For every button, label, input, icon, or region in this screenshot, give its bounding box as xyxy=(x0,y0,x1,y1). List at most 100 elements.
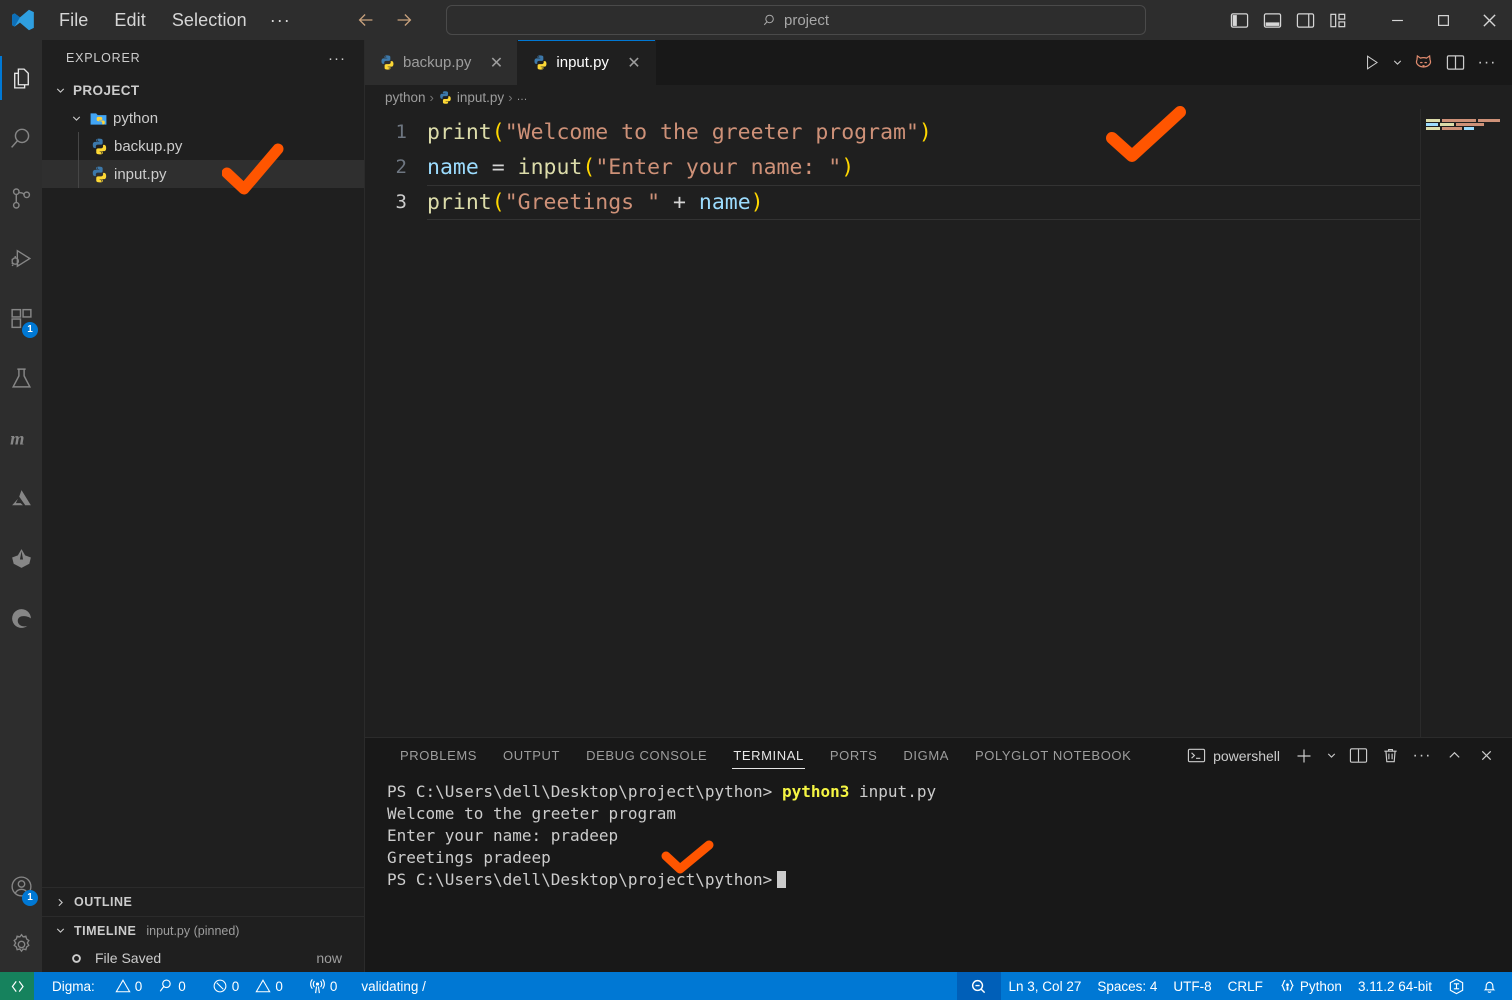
manage-settings-button[interactable] xyxy=(0,916,42,972)
zoom-out-button[interactable] xyxy=(956,972,1001,1000)
split-editor-icon[interactable] xyxy=(1440,47,1470,79)
timeline-label: TIMELINE xyxy=(74,923,137,938)
notifications-bell-item[interactable] xyxy=(1473,972,1512,1000)
minimap[interactable] xyxy=(1420,109,1512,737)
run-python-file-icon[interactable] xyxy=(1356,47,1386,79)
back-arrow-icon[interactable] xyxy=(353,7,379,33)
breadcrumb-item-overflow[interactable]: … xyxy=(517,91,528,103)
bell-icon xyxy=(1481,978,1498,995)
tree-label-project: PROJECT xyxy=(73,82,140,98)
tree-row-python-folder[interactable]: python xyxy=(42,104,364,132)
accounts-badge: 1 xyxy=(22,890,38,906)
vscode-logo-icon xyxy=(0,7,46,33)
minimap-line xyxy=(1426,119,1512,122)
maximize-panel-icon[interactable] xyxy=(1440,741,1468,771)
kill-terminal-icon[interactable] xyxy=(1376,741,1404,771)
close-tab-icon[interactable]: ✕ xyxy=(624,53,644,73)
minimize-button[interactable] xyxy=(1374,0,1420,40)
code-content[interactable]: print("Welcome to the greeter program") … xyxy=(427,109,1512,737)
tab-output[interactable]: OUTPUT xyxy=(490,738,573,773)
run-chevron-down-icon[interactable] xyxy=(1388,47,1406,79)
close-panel-icon[interactable] xyxy=(1472,741,1500,771)
terminal-shell-selector[interactable]: powershell xyxy=(1187,746,1286,765)
split-terminal-icon[interactable] xyxy=(1344,741,1372,771)
sidebar-item-mongodb[interactable]: m xyxy=(0,408,42,468)
eol-item[interactable]: CRLF xyxy=(1220,972,1271,1000)
workbench-body: 1 m 1 EXPLORER ··· PROJECT python backup… xyxy=(0,40,1512,972)
accounts-button[interactable]: 1 xyxy=(0,856,42,916)
sidebar-item-run-and-debug[interactable] xyxy=(0,228,42,288)
digma-warnings-item[interactable]: 0 xyxy=(103,972,151,1000)
editor-more-actions-icon[interactable]: ··· xyxy=(1472,47,1502,79)
sidebar-item-testing[interactable] xyxy=(0,348,42,408)
sidebar-item-source-control[interactable] xyxy=(0,168,42,228)
toggle-primary-sidebar-icon[interactable] xyxy=(1230,11,1249,30)
breadcrumb-item-input-py[interactable]: input.py xyxy=(457,90,504,105)
terminal-output[interactable]: PS C:\Users\dell\Desktop\project\python>… xyxy=(365,773,1512,972)
panel-tabs: PROBLEMS OUTPUT DEBUG CONSOLE TERMINAL P… xyxy=(365,738,1512,773)
tree-row-input-py[interactable]: input.py xyxy=(42,160,364,188)
tab-label: input.py xyxy=(556,54,609,71)
sidebar-item-inkdrop[interactable] xyxy=(0,528,42,588)
sidebar-item-edge-tools[interactable] xyxy=(0,588,42,648)
remote-window-button[interactable] xyxy=(0,972,34,1000)
tab-digma[interactable]: DIGMA xyxy=(890,738,962,773)
gitlens-item[interactable] xyxy=(1440,972,1473,1000)
line-number-gutter: 1 2 3 xyxy=(365,109,427,737)
tab-polyglot-notebook[interactable]: POLYGLOT NOTEBOOK xyxy=(962,738,1144,773)
tab-terminal[interactable]: TERMINAL xyxy=(720,738,817,773)
tab-debug-console[interactable]: DEBUG CONSOLE xyxy=(573,738,720,773)
radio-tower-item[interactable]: 0 xyxy=(291,972,346,1000)
tab-ports[interactable]: PORTS xyxy=(817,738,891,773)
warnings-item[interactable]: 0 xyxy=(247,972,291,1000)
sidebar-item-search[interactable] xyxy=(0,108,42,168)
menu-file[interactable]: File xyxy=(46,6,101,35)
outline-section-header[interactable]: OUTLINE xyxy=(42,888,364,916)
maximize-button[interactable] xyxy=(1420,0,1466,40)
tab-backup-py[interactable]: backup.py ✕ xyxy=(365,40,519,85)
cursor-position-item[interactable]: Ln 3, Col 27 xyxy=(1001,972,1090,1000)
new-terminal-icon[interactable] xyxy=(1290,741,1318,771)
sidebar-item-azure[interactable] xyxy=(0,468,42,528)
digma-label[interactable]: Digma: xyxy=(34,972,103,1000)
tree-label-python: python xyxy=(113,109,159,127)
timeline-row-file-saved[interactable]: File Saved now xyxy=(42,944,364,972)
python-interpreter-item[interactable]: 3.11.2 64-bit xyxy=(1350,972,1440,1000)
breadcrumb-item-python[interactable]: python xyxy=(385,90,426,105)
terminal-profile-chevron-icon[interactable] xyxy=(1322,741,1340,771)
codesnap-cat-icon[interactable] xyxy=(1408,47,1438,79)
toggle-secondary-sidebar-icon[interactable] xyxy=(1296,11,1315,30)
code-line-3: print("Greetings " + name) xyxy=(427,185,1512,220)
menu-edit[interactable]: Edit xyxy=(101,6,158,35)
editor-group: backup.py ✕ input.py ✕ ··· python › inpu… xyxy=(365,40,1512,972)
errors-item[interactable]: 0 xyxy=(194,972,248,1000)
tab-problems[interactable]: PROBLEMS xyxy=(387,738,490,773)
language-mode-item[interactable]: Python xyxy=(1271,972,1350,1000)
warning-triangle-icon xyxy=(255,978,271,994)
encoding-item[interactable]: UTF-8 xyxy=(1165,972,1219,1000)
digma-insights-item[interactable]: 0 xyxy=(150,972,194,1000)
validating-item[interactable]: validating / xyxy=(345,972,434,1000)
panel-more-icon[interactable]: ··· xyxy=(1408,741,1436,771)
close-tab-icon[interactable]: ✕ xyxy=(486,53,506,73)
terminal-cursor xyxy=(777,871,787,888)
command-center-search[interactable]: project xyxy=(446,5,1146,35)
customize-layout-icon[interactable] xyxy=(1329,11,1348,30)
menu-overflow-icon[interactable]: ··· xyxy=(260,6,301,35)
tree-row-project[interactable]: PROJECT xyxy=(42,76,364,104)
tab-input-py[interactable]: input.py ✕ xyxy=(518,40,656,85)
close-window-button[interactable] xyxy=(1466,0,1512,40)
forward-arrow-icon[interactable] xyxy=(391,7,417,33)
sidebar-item-explorer[interactable] xyxy=(0,48,42,108)
explorer-more-icon[interactable]: ··· xyxy=(322,50,352,67)
code-editor[interactable]: 1 2 3 print("Welcome to the greeter prog… xyxy=(365,109,1512,737)
sidebar-item-extensions[interactable]: 1 xyxy=(0,288,42,348)
terminal-line-5: PS C:\Users\dell\Desktop\project\python> xyxy=(387,869,1512,891)
menu-selection[interactable]: Selection xyxy=(159,6,260,35)
indentation-item[interactable]: Spaces: 4 xyxy=(1089,972,1165,1000)
breadcrumb-separator-icon: › xyxy=(508,89,513,105)
python-file-icon xyxy=(90,137,109,156)
tree-row-backup-py[interactable]: backup.py xyxy=(42,132,364,160)
timeline-section-header[interactable]: TIMELINE input.py (pinned) xyxy=(42,916,364,944)
toggle-panel-icon[interactable] xyxy=(1263,11,1282,30)
